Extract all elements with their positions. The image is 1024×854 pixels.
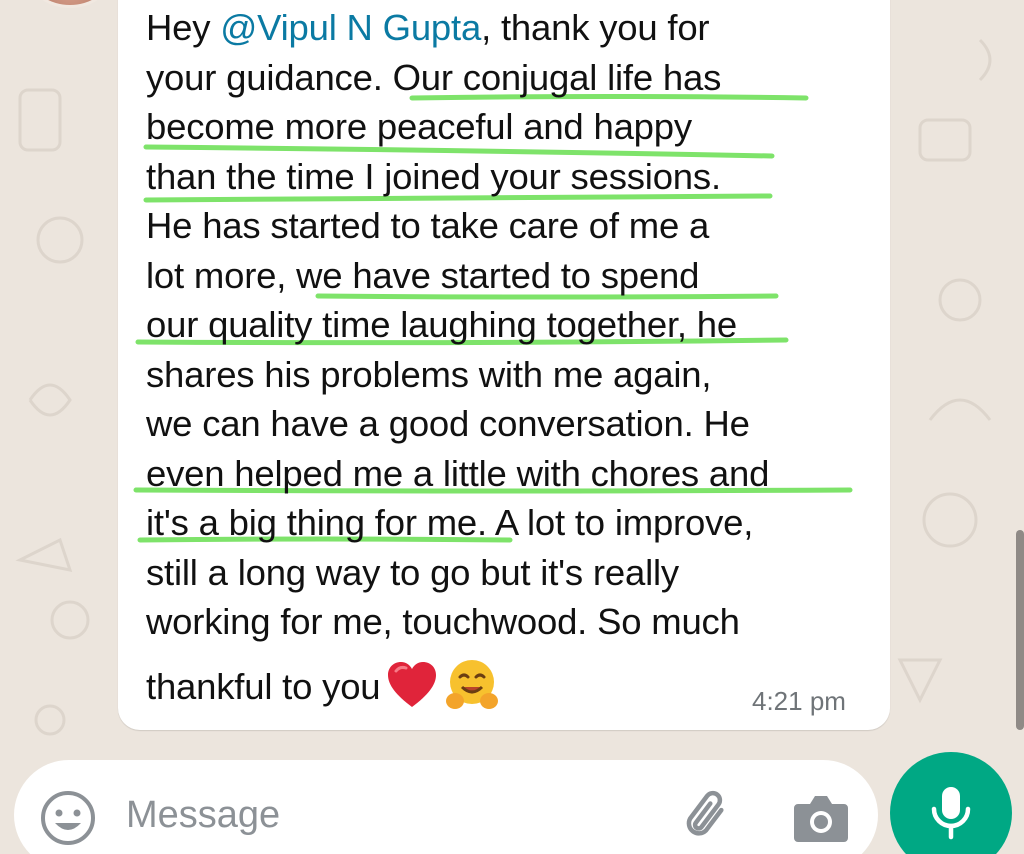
message-line: even helped me a little with chores and (146, 452, 770, 494)
message-text: Hey @Vipul N Gupta, thank you for your g… (146, 3, 876, 709)
camera-icon[interactable] (792, 792, 850, 844)
scrollbar[interactable] (1016, 530, 1024, 730)
message-line: your guidance. Our conjugal life has (146, 56, 722, 98)
message-line: than the time I joined your sessions. (146, 155, 721, 197)
message-line: our quality time laughing together, he (146, 304, 737, 345)
emoji-icon[interactable] (40, 790, 96, 846)
message-line: working for me, touchwood. So much (146, 601, 740, 642)
greeting-text: Hey (146, 7, 221, 48)
message-input[interactable]: Message (126, 794, 280, 837)
heart-emoji (388, 661, 437, 707)
message-line: become more peaceful and happy (146, 106, 692, 147)
message-line: it's a big thing for me. A lot to improv… (146, 502, 754, 543)
message-line: we can have a good conversation. He (146, 403, 750, 444)
last-line-text: thankful to you (146, 665, 381, 707)
message-line: still a long way to go but it's really (146, 551, 679, 593)
greeting-rest: , thank you for (481, 7, 710, 48)
attach-icon[interactable] (678, 786, 738, 846)
hugging-face-emoji (446, 659, 499, 709)
mention-link[interactable]: @Vipul N Gupta (220, 7, 481, 48)
message-line: He has started to take care of me a (146, 205, 710, 246)
message-timestamp: 4:21 pm (752, 686, 846, 716)
message-line: lot more, we have started to spend (146, 254, 700, 296)
mic-icon (931, 787, 971, 840)
message-line: shares his problems with me again, (146, 353, 712, 395)
message-line: Hey @Vipul N Gupta, thank you for (146, 3, 876, 53)
